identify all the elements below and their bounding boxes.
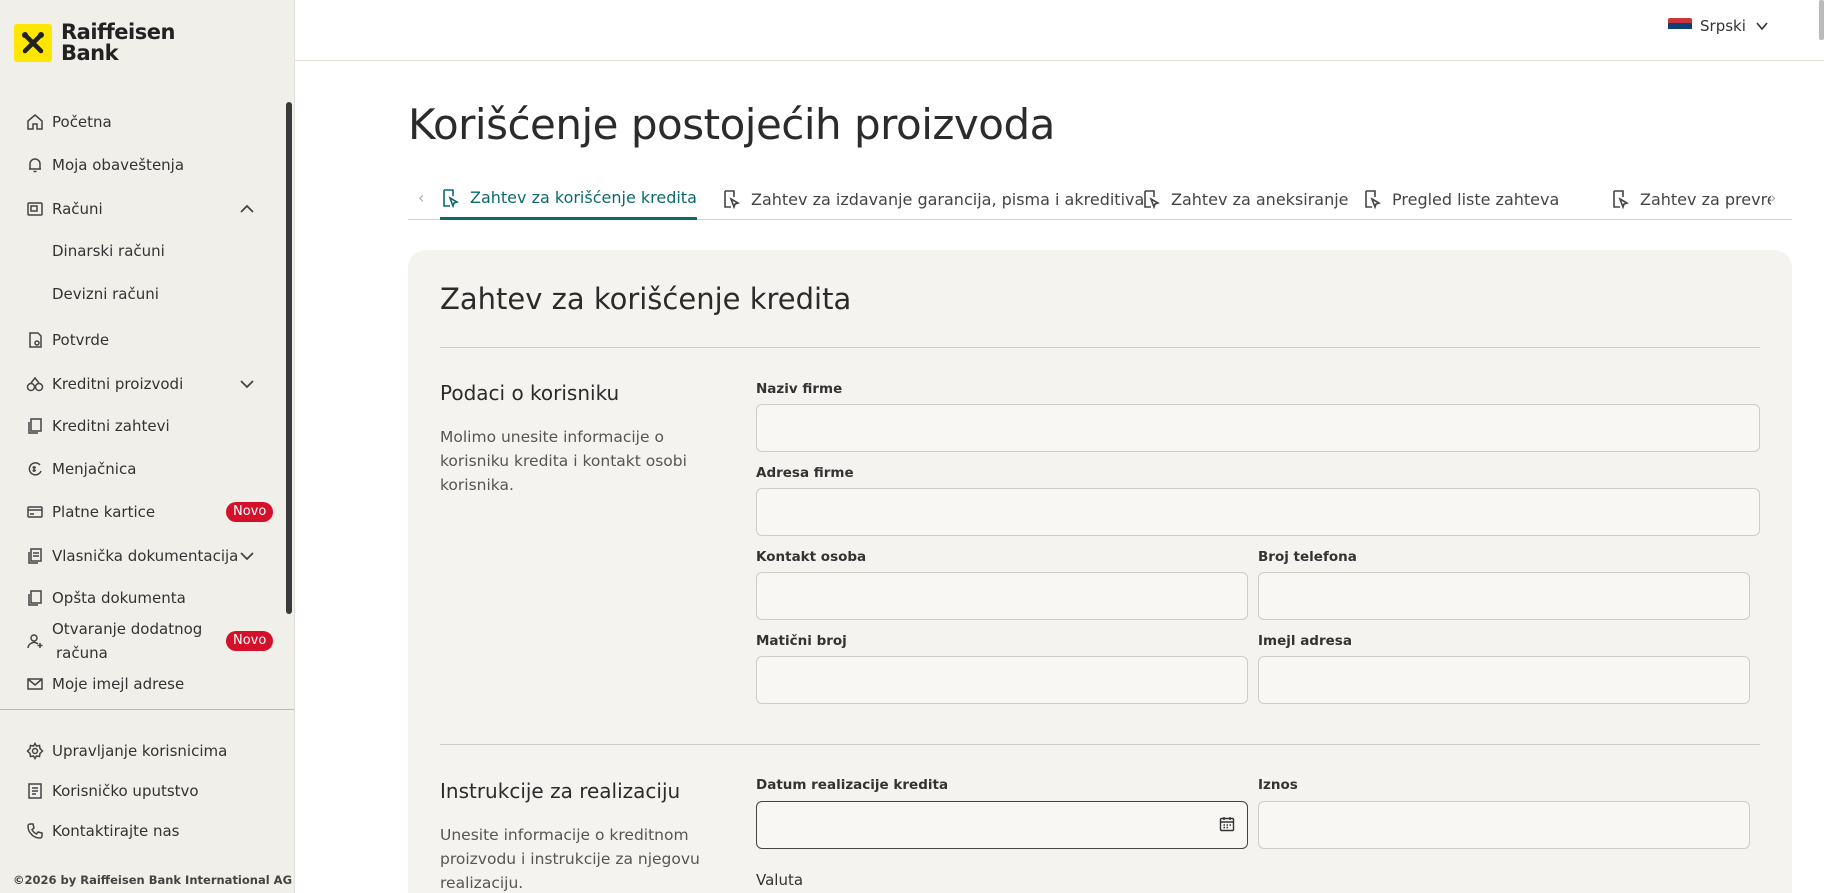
sidebar-item-racuni[interactable]: Računi — [0, 191, 287, 227]
divider — [440, 347, 1760, 348]
card-icon — [25, 502, 45, 522]
company-address-label: Adresa firme — [756, 465, 854, 481]
chevron-left-icon[interactable]: ‹ — [418, 188, 424, 207]
contact-person-input[interactable] — [756, 572, 1248, 620]
chevron-up-icon[interactable] — [238, 200, 256, 218]
tab-prevremena-otplata[interactable]: Zahtev za prevremen — [1610, 178, 1771, 220]
section-title-korisnik: Podaci o korisniku — [440, 381, 620, 405]
page-scrollbar[interactable] — [1819, 0, 1824, 40]
home-icon — [25, 112, 45, 132]
company-name-label: Naziv firme — [756, 381, 843, 397]
request-icon — [721, 189, 741, 209]
phone-input[interactable] — [1258, 572, 1750, 620]
sidebar-item-devizni-racuni[interactable]: Devizni računi — [0, 276, 287, 312]
raiffeisen-logo-icon — [14, 24, 52, 62]
sidebar-item-kreditni-proizvodi[interactable]: Kreditni proizvodi — [0, 366, 287, 402]
brand-name: Raiffeisen Bank — [61, 20, 175, 65]
form-title: Zahtev za korišćenje kredita — [440, 282, 852, 316]
certificate-icon — [25, 330, 45, 350]
chevron-down-icon[interactable] — [238, 547, 256, 565]
chevron-down-icon[interactable] — [238, 375, 256, 393]
request-icon — [1610, 189, 1630, 209]
new-badge: Novo — [226, 502, 274, 522]
company-address-input[interactable] — [756, 488, 1760, 536]
amount-label: Iznos — [1258, 777, 1298, 793]
sidebar-item-menjacnica[interactable]: Menjačnica — [0, 451, 287, 487]
sidebar-item-imejl-adrese[interactable]: Moje imejl adrese — [0, 666, 287, 702]
topbar: Srpski — [295, 0, 1824, 61]
page-title: Korišćenje postojećih proizvoda — [408, 100, 1055, 149]
bell-icon — [25, 155, 45, 175]
request-icon — [1362, 189, 1382, 209]
contact-person-label: Kontakt osoba — [756, 549, 867, 565]
divider — [440, 744, 1760, 745]
sidebar-item-kontakt[interactable]: Kontaktirajte nas — [0, 813, 287, 849]
documents-icon — [25, 546, 45, 566]
add-user-icon — [25, 631, 45, 651]
form-card: Zahtev za korišćenje kredita Podaci o ko… — [408, 250, 1792, 893]
phone-label: Broj telefona — [1258, 549, 1357, 565]
sidebar-item-potvrde[interactable]: Potvrde — [0, 322, 287, 358]
credit-products-icon — [25, 374, 45, 394]
language-label: Srpski — [1700, 17, 1746, 35]
registration-number-input[interactable] — [756, 656, 1248, 704]
realization-date-input[interactable] — [756, 801, 1248, 849]
sidebar-item-kreditni-zahtevi[interactable]: Kreditni zahtevi — [0, 408, 287, 444]
sidebar-item-pocetna[interactable]: Početna — [0, 104, 287, 140]
sidebar-item-korisnicko-uputstvo[interactable]: Korisničko uputstvo — [0, 773, 287, 809]
section-description-instrukcije: Unesite informacije o kreditnom proizvod… — [440, 826, 700, 892]
tab-aneksiranje[interactable]: Zahtev za aneksiranje — [1141, 178, 1349, 220]
email-label: Imejl adresa — [1258, 633, 1352, 649]
mail-icon — [25, 674, 45, 694]
chevron-right-icon[interactable]: › — [1770, 188, 1776, 207]
copyright: ©2026 by Raiffeisen Bank International A… — [13, 873, 293, 887]
new-badge: Novo — [226, 631, 274, 651]
calendar-icon[interactable] — [1218, 815, 1236, 833]
account-icon — [25, 199, 45, 219]
sidebar-scrollbar[interactable] — [286, 102, 292, 614]
currency-label: Valuta — [756, 871, 804, 889]
section-description-korisnik: Molimo unesite informacije o korisniku k… — [440, 428, 687, 494]
gear-icon — [25, 741, 45, 761]
sidebar-item-otvaranje-racuna[interactable]: Otvaranje dodatnog računa Novo — [0, 617, 287, 665]
sidebar-item-platne-kartice[interactable]: Platne kartice Novo — [0, 494, 287, 530]
exchange-icon — [25, 459, 45, 479]
credit-request-icon — [25, 416, 45, 436]
amount-input[interactable] — [1258, 801, 1750, 849]
tab-koriscenje-kredita[interactable]: Zahtev za korišćenje kredita — [440, 178, 697, 220]
sidebar-item-vlasnicka-dokumentacija[interactable]: Vlasnička dokumentacija — [0, 538, 287, 574]
realization-date-field — [756, 801, 1248, 849]
sidebar-item-upravljanje-korisnicima[interactable]: Upravljanje korisnicima — [0, 733, 287, 769]
realization-date-label: Datum realizacije kredita — [756, 777, 949, 793]
chevron-down-icon — [1756, 22, 1768, 31]
sidebar-divider — [0, 709, 294, 710]
serbia-flag-icon — [1668, 18, 1692, 34]
email-input[interactable] — [1258, 656, 1750, 704]
tab-bar: ‹ Zahtev za korišćenje kredita Zahtev za… — [408, 178, 1792, 220]
documents-icon — [25, 588, 45, 608]
sidebar-item-obavestenja[interactable]: Moja obaveštenja — [0, 147, 287, 183]
language-selector[interactable]: Srpski — [1668, 17, 1770, 35]
request-icon — [440, 188, 460, 208]
section-title-instrukcije: Instrukcije za realizaciju — [440, 779, 681, 803]
sidebar: Raiffeisen Bank Početna Moja obaveštenja… — [0, 0, 295, 893]
tab-garancije[interactable]: Zahtev za izdavanje garancija, pisma i a… — [721, 178, 1144, 220]
sidebar-item-opsta-dokumenta[interactable]: Opšta dokumenta — [0, 580, 287, 616]
sidebar-item-dinarski-racuni[interactable]: Dinarski računi — [0, 233, 287, 269]
manual-icon — [25, 781, 45, 801]
tab-pregled-zahteva[interactable]: Pregled liste zahteva — [1362, 178, 1559, 220]
raiffeisen-logo[interactable]: Raiffeisen Bank — [14, 22, 175, 64]
registration-number-label: Matični broj — [756, 633, 847, 649]
company-name-input[interactable] — [756, 404, 1760, 452]
phone-icon — [25, 821, 45, 841]
request-icon — [1141, 189, 1161, 209]
